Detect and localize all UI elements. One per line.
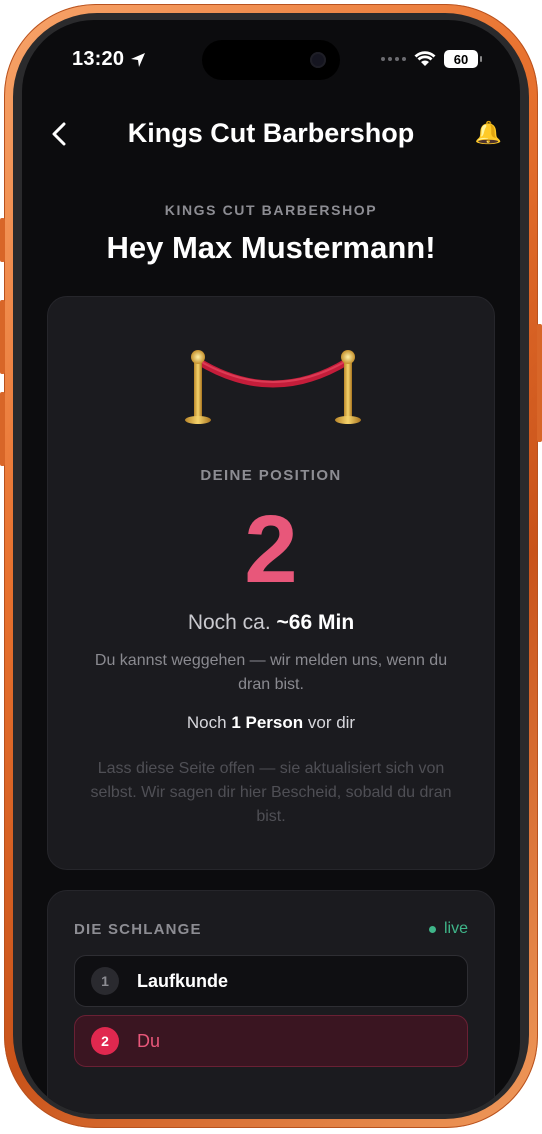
velvet-rope-icon (185, 350, 361, 424)
status-icons: 60 (381, 50, 482, 68)
eta-value: ~66 Min (276, 611, 355, 634)
greeting: Hey Max Mustermann! (106, 230, 436, 265)
queue-row-number: 1 (91, 967, 119, 995)
live-dot-icon (428, 925, 436, 933)
page-title: Kings Cut Barbershop (127, 118, 415, 148)
queue-row-name: Du (137, 1030, 161, 1051)
action-button (0, 218, 5, 262)
hint-text: Lass diese Seite offen — sie aktualisier… (90, 760, 452, 825)
live-label: live (443, 920, 468, 937)
volume-down-button (0, 392, 5, 466)
battery-icon: 60 (444, 50, 482, 68)
queue-row-number: 2 (91, 1027, 119, 1055)
status-time: 13:20 (72, 48, 146, 71)
location-arrow-icon (131, 52, 146, 67)
bell-icon[interactable]: 🔔 (475, 120, 502, 146)
nav-bar: Kings Cut Barbershop 🔔 (22, 114, 520, 156)
info-text: Du kannst weggehen — wir melden uns, wen… (94, 652, 448, 693)
position-label: DEINE POSITION (200, 467, 342, 484)
camera-icon (310, 52, 326, 68)
live-indicator: live (428, 920, 468, 938)
queue-row: 1 Laufkunde (74, 955, 468, 1007)
queue-title: DIE SCHLANGE (74, 921, 202, 938)
shop-label: KINGS CUT BARBERSHOP (164, 202, 378, 218)
position-number: 2 (244, 496, 298, 603)
ahead-value: 1 Person (231, 713, 304, 732)
cellular-signal-icon (381, 57, 406, 61)
battery-level: 60 (453, 51, 469, 67)
status-time-text: 13:20 (72, 48, 125, 70)
queue-card: DIE SCHLANGE live 1 Laufkunde 2 Du (47, 890, 495, 1114)
dynamic-island (202, 40, 340, 80)
eta-prefix: Noch ca. (187, 611, 271, 634)
power-button (537, 324, 542, 442)
position-card: DEINE POSITION 2 Noch ca. ~66 Min Du kan… (47, 296, 495, 870)
queue-row-name: Laufkunde (137, 970, 229, 991)
volume-up-button (0, 300, 5, 374)
people-ahead: Noch 1 Person vor dir (48, 713, 494, 733)
ahead-prefix: Noch (186, 713, 227, 732)
queue-row-self: 2 Du (74, 1015, 468, 1067)
screen: 13:20 60 Kings Cut Barbershop 🔔 KINGS CU… (22, 20, 520, 1114)
wifi-icon (414, 51, 436, 66)
ahead-suffix: vor dir (307, 713, 356, 732)
eta-text: Noch ca. ~66 Min (48, 611, 494, 635)
